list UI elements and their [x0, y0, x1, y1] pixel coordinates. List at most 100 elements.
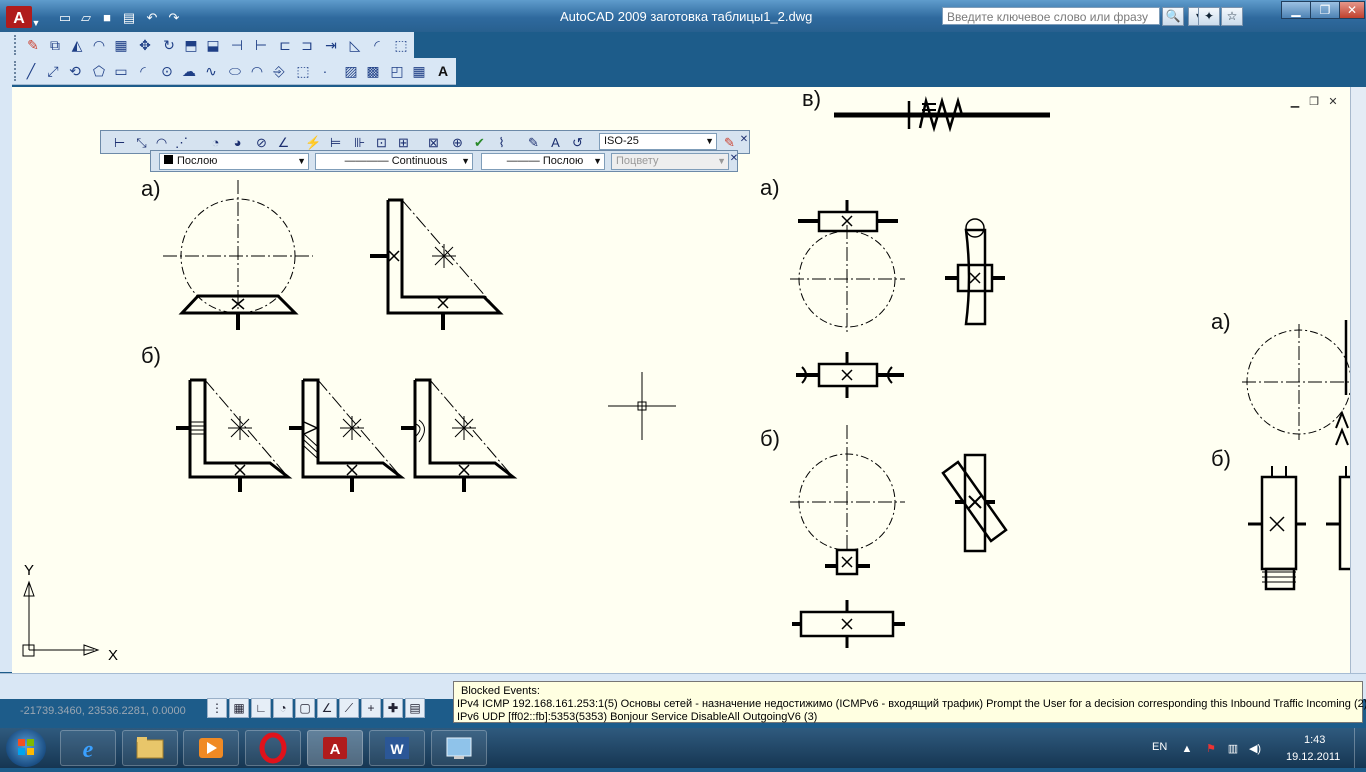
- copy-icon[interactable]: ⧉: [46, 36, 64, 54]
- radius-icon[interactable]: ◔: [207, 134, 224, 151]
- grid-display-icon[interactable]: ▦: [229, 698, 249, 718]
- language-indicator[interactable]: EN: [1152, 741, 1167, 753]
- dimension-edit-icon[interactable]: ✎: [525, 134, 542, 151]
- vertical-scrollbar[interactable]: [1350, 87, 1366, 673]
- polar-tracking-icon[interactable]: ◔: [273, 698, 293, 718]
- plotstyle-select[interactable]: Поцвету ▼: [611, 153, 729, 170]
- break-icon[interactable]: ⊏: [276, 36, 294, 54]
- polyline-icon[interactable]: ⟲: [66, 62, 84, 80]
- action-center-icon[interactable]: ⚑: [1204, 742, 1218, 756]
- arc-icon[interactable]: ◜: [134, 62, 152, 80]
- network-icon[interactable]: ▥: [1226, 742, 1240, 756]
- lineweight-toggle-icon[interactable]: ✚: [383, 698, 403, 718]
- inspection-icon[interactable]: ✔: [471, 134, 488, 151]
- chamfer-icon[interactable]: ◺: [346, 36, 364, 54]
- clock-time[interactable]: 1:43: [1304, 734, 1325, 746]
- erase-icon[interactable]: ✎: [24, 36, 42, 54]
- break-at-point-icon[interactable]: ⊐: [298, 36, 316, 54]
- baseline-icon[interactable]: ⊨: [327, 134, 344, 151]
- dimstyle-icon[interactable]: ✎: [721, 134, 738, 151]
- dimension-text-edit-icon[interactable]: A: [547, 134, 564, 151]
- jogged-icon[interactable]: ◕: [229, 134, 246, 151]
- drawing-restore-icon[interactable]: ❐: [1307, 96, 1321, 108]
- construction-line-icon[interactable]: ⤢: [44, 62, 62, 80]
- spline-icon[interactable]: ∿: [202, 62, 220, 80]
- ellipse-arc-icon[interactable]: ◠: [248, 62, 266, 80]
- communication-icon[interactable]: ✦: [1198, 7, 1220, 26]
- center-mark-icon[interactable]: ⊕: [449, 134, 466, 151]
- taskbar-internet-explorer[interactable]: e: [60, 730, 116, 766]
- toolbar-grip[interactable]: [14, 35, 20, 55]
- ordinate-icon[interactable]: ⋰: [173, 134, 190, 151]
- tolerance-icon[interactable]: ⊠: [425, 134, 442, 151]
- revision-cloud-icon[interactable]: ☁: [180, 62, 198, 80]
- hatch-icon[interactable]: ▨: [342, 62, 360, 80]
- circle-icon[interactable]: ⊙: [158, 62, 176, 80]
- trim-icon[interactable]: ⊣: [228, 36, 246, 54]
- linetype-select[interactable]: ———— Continuous ▼: [315, 153, 473, 170]
- drawing-canvas[interactable]: Y X: [12, 87, 1350, 673]
- show-desktop-button[interactable]: [1354, 728, 1366, 768]
- autocad-logo-icon[interactable]: A ▼: [4, 4, 40, 30]
- mirror-icon[interactable]: ◭: [68, 36, 86, 54]
- quick-properties-icon[interactable]: ▤: [405, 698, 425, 718]
- drawing-svg[interactable]: Y X: [12, 87, 1350, 673]
- show-hidden-icons-icon[interactable]: ▲: [1180, 742, 1194, 756]
- point-icon[interactable]: ·: [316, 62, 334, 80]
- join-icon[interactable]: ⇥: [322, 36, 340, 54]
- search-icon[interactable]: 🔍: [1162, 7, 1184, 26]
- drawing-close-icon[interactable]: ✕: [1326, 96, 1340, 108]
- close-icon[interactable]: ✕: [739, 131, 749, 148]
- toolbar-grip[interactable]: [14, 61, 20, 81]
- volume-icon[interactable]: ◀): [1248, 742, 1262, 756]
- table-icon[interactable]: ▦: [410, 62, 428, 80]
- fillet-icon[interactable]: ◜: [368, 36, 386, 54]
- close-button[interactable]: ✕: [1339, 1, 1365, 19]
- polygon-icon[interactable]: ⬠: [90, 62, 108, 80]
- print-icon[interactable]: ▤: [120, 10, 138, 26]
- taskbar-autocad[interactable]: A: [307, 730, 363, 766]
- object-snap-icon[interactable]: ▢: [295, 698, 315, 718]
- save-icon[interactable]: ■: [98, 10, 116, 26]
- multiline-text-icon[interactable]: A: [434, 62, 452, 80]
- dimension-update-icon[interactable]: ↺: [569, 134, 586, 151]
- array-icon[interactable]: ▦: [112, 36, 130, 54]
- insert-block-icon[interactable]: ⎆: [270, 62, 288, 80]
- favorites-star-icon[interactable]: ☆: [1221, 7, 1243, 26]
- gradient-icon[interactable]: ▩: [364, 62, 382, 80]
- angular-icon[interactable]: ∠: [275, 134, 292, 151]
- extend-icon[interactable]: ⊢: [252, 36, 270, 54]
- new-file-icon[interactable]: ▭: [56, 10, 74, 26]
- close-icon[interactable]: ✕: [729, 150, 739, 167]
- jogged-linear-icon[interactable]: ⌇: [493, 134, 510, 151]
- aligned-dimension-icon[interactable]: ⤡: [133, 134, 150, 151]
- search-input[interactable]: Введите ключевое слово или фразу: [942, 7, 1160, 25]
- maximize-button[interactable]: ❐: [1310, 1, 1340, 19]
- move-icon[interactable]: ✥: [136, 36, 154, 54]
- start-button[interactable]: [6, 729, 46, 767]
- dimstyle-select[interactable]: ISO-25 ▼: [599, 133, 717, 150]
- taskbar-media-player[interactable]: [183, 730, 239, 766]
- rectangle-icon[interactable]: ▭: [112, 62, 130, 80]
- diameter-icon[interactable]: ⊘: [253, 134, 270, 151]
- taskbar-control-panel[interactable]: [431, 730, 487, 766]
- rotate-icon[interactable]: ↻: [160, 36, 178, 54]
- ellipse-icon[interactable]: ⬭: [226, 62, 244, 80]
- minimize-button[interactable]: ▁: [1281, 1, 1311, 19]
- offset-icon[interactable]: ◠: [90, 36, 108, 54]
- taskbar-opera[interactable]: [245, 730, 301, 766]
- layer-color-select[interactable]: Послою ▼: [159, 153, 309, 170]
- ortho-mode-icon[interactable]: ∟: [251, 698, 271, 718]
- line-icon[interactable]: ╱: [22, 62, 40, 80]
- lineweight-select[interactable]: ——— Послою ▼: [481, 153, 605, 170]
- snap-mode-icon[interactable]: ⋮: [207, 698, 227, 718]
- scale-icon[interactable]: ⬒: [182, 36, 200, 54]
- linear-dimension-icon[interactable]: ⊢: [111, 134, 128, 151]
- open-folder-icon[interactable]: ▱: [77, 10, 95, 26]
- object-snap-tracking-icon[interactable]: ∠: [317, 698, 337, 718]
- arc-length-icon[interactable]: ◠: [153, 134, 170, 151]
- quick-dimension-icon[interactable]: ⚡: [305, 134, 322, 151]
- redo-icon[interactable]: ↷: [165, 10, 183, 26]
- make-block-icon[interactable]: ⬚: [294, 62, 312, 80]
- continue-icon[interactable]: ⊪: [351, 134, 368, 151]
